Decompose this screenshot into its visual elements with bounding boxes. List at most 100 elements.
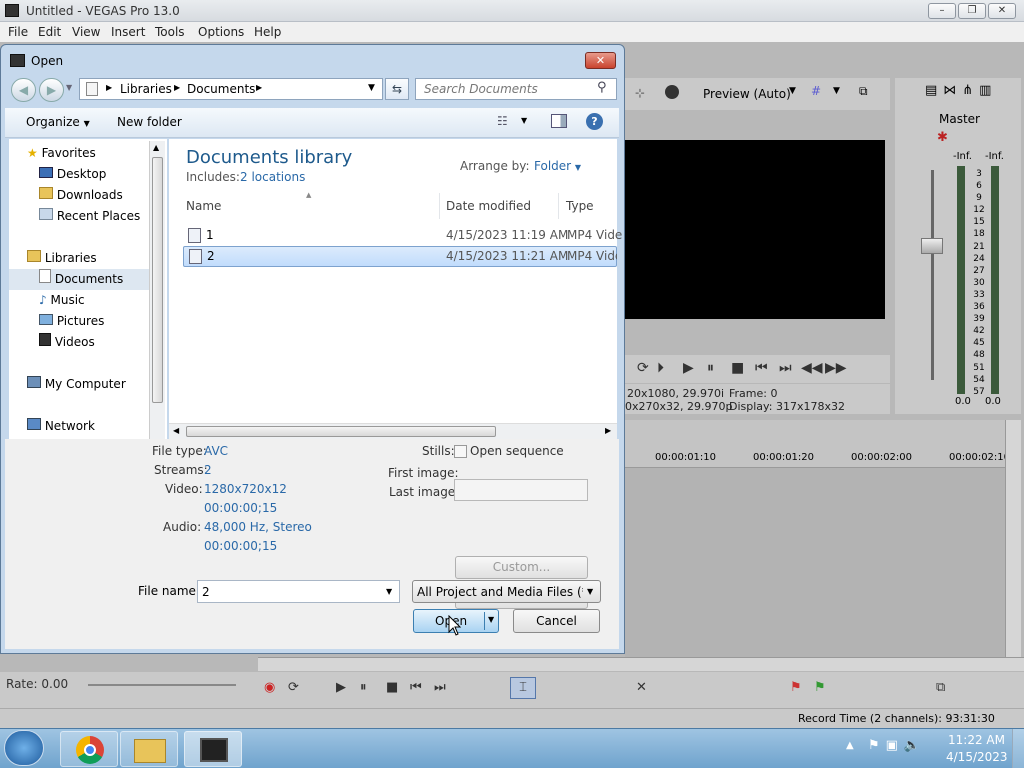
recent-locations-icon[interactable]: ▼	[66, 83, 72, 92]
previous-frame-icon[interactable]: ◀◀	[801, 360, 823, 376]
clock-date[interactable]: 4/15/2023	[946, 750, 1008, 764]
play-icon[interactable]: ▶	[336, 680, 346, 695]
fx-icon[interactable]: ✱	[937, 130, 948, 145]
scroll-thumb[interactable]	[152, 157, 163, 403]
go-to-start-icon[interactable]: ⏮	[410, 680, 422, 695]
chrome-taskbar-button[interactable]	[60, 731, 118, 767]
new-folder-button[interactable]: New folder	[117, 115, 182, 129]
nav-network[interactable]: Network	[27, 416, 167, 437]
menu-help[interactable]: Help	[254, 25, 281, 39]
chevron-down-icon[interactable]: ▼	[386, 587, 392, 596]
filename-input[interactable]: 2 ▼	[197, 580, 400, 603]
breadcrumb-libraries[interactable]: Libraries	[120, 82, 172, 96]
status-bar: Record Time (2 channels): 93:31:30	[0, 708, 1024, 728]
address-dropdown-icon[interactable]: ▼	[368, 83, 375, 93]
organize-button[interactable]: Organize ▼	[26, 115, 90, 129]
menu-options[interactable]: Options	[198, 25, 244, 39]
go-to-end-icon[interactable]: ⏭	[779, 360, 792, 376]
address-bar[interactable]: ▶ Libraries ▶ Documents ▶ ▼	[79, 78, 383, 100]
preview-mode[interactable]: Preview (Auto)	[703, 87, 791, 101]
rate-slider[interactable]	[88, 684, 236, 686]
scroll-right-icon[interactable]: ▶	[605, 426, 611, 435]
play-icon[interactable]: ▶	[683, 360, 694, 376]
custom-button[interactable]: Custom...	[455, 556, 588, 579]
menu-view[interactable]: View	[72, 25, 100, 39]
open-sequence-checkbox[interactable]	[454, 445, 467, 458]
grid-icon[interactable]: #	[811, 84, 821, 98]
menu-tools[interactable]: Tools	[155, 25, 185, 39]
nav-my-computer[interactable]: My Computer	[27, 374, 167, 395]
scroll-up-icon[interactable]: ▲	[153, 143, 159, 152]
navigation-scrollbar[interactable]: ▲	[149, 141, 165, 441]
go-to-start-icon[interactable]: ⏮	[755, 360, 768, 376]
loop-icon[interactable]: ⟳	[637, 360, 649, 376]
open-options-icon[interactable]: ▼	[488, 615, 494, 624]
clock-time[interactable]: 11:22 AM	[948, 733, 1005, 747]
split-screen-icon[interactable]: ⊹	[635, 86, 645, 100]
dialog-close-button[interactable]: ✕	[585, 52, 616, 69]
show-hidden-icons[interactable]: ▲	[846, 740, 854, 751]
timeline-vscroll[interactable]	[1005, 420, 1021, 657]
back-button[interactable]: ◀	[11, 78, 36, 102]
file-row[interactable]: 1 4/15/2023 11:19 AM MP4 Vide	[183, 225, 622, 246]
explorer-taskbar-button[interactable]	[120, 731, 178, 767]
snapping-icon[interactable]: ⧉	[936, 680, 945, 695]
region-icon[interactable]: ⚑	[814, 680, 826, 695]
play-from-start-icon[interactable]: ⏵	[657, 360, 664, 376]
chevron-down-icon[interactable]: ▼	[789, 86, 796, 96]
preview-pane-icon[interactable]	[551, 114, 567, 128]
cancel-button[interactable]: Cancel	[513, 609, 600, 633]
nav-favorites[interactable]: ★ Favorites	[27, 143, 167, 164]
start-button[interactable]	[4, 730, 44, 766]
delete-icon[interactable]: ✕	[636, 680, 647, 695]
stop-icon[interactable]: ■	[731, 360, 744, 376]
forward-button[interactable]: ▶	[39, 78, 64, 102]
chevron-down-icon[interactable]: ▼	[833, 86, 840, 96]
breadcrumb-documents[interactable]: Documents	[187, 82, 255, 96]
loop-icon[interactable]: ⟳	[288, 680, 299, 695]
column-header-type[interactable]: Type	[561, 193, 617, 219]
nav-documents[interactable]: Documents	[9, 269, 149, 290]
pause-icon[interactable]: ⏸	[360, 680, 367, 695]
show-desktop-button[interactable]	[1012, 729, 1024, 768]
menu-file[interactable]: File	[8, 25, 28, 39]
next-frame-icon[interactable]: ▶▶	[825, 360, 847, 376]
views-dropdown-icon[interactable]: ▼	[521, 116, 527, 125]
timeline-tracks[interactable]	[625, 468, 1005, 658]
last-image-field[interactable]	[454, 479, 588, 501]
mixer-tool-icons[interactable]: ▤⋈⋔▥	[925, 83, 997, 98]
preview-project-info: 20x1080, 29.970i	[627, 387, 725, 400]
includes-locations-link[interactable]: 2 locations	[240, 170, 305, 184]
pause-icon[interactable]: ⏸	[707, 360, 714, 376]
vegas-taskbar-button[interactable]	[184, 731, 242, 767]
scroll-thumb[interactable]	[186, 426, 496, 437]
scroll-left-icon[interactable]: ◀	[173, 426, 179, 435]
column-header-date[interactable]: Date modified	[441, 193, 559, 219]
minimize-button[interactable]: –	[928, 3, 956, 19]
file-type-filter[interactable]: All Project and Media Files (*.ve ▼	[412, 580, 601, 603]
help-icon[interactable]: ?	[586, 113, 603, 130]
refresh-button[interactable]: ⇆	[385, 78, 409, 100]
go-to-end-icon[interactable]: ⏭	[434, 680, 446, 695]
search-input[interactable]: Search Documents	[415, 78, 617, 100]
close-window-button[interactable]: ✕	[988, 3, 1016, 19]
preview-record-icon[interactable]	[665, 85, 679, 99]
edit-tool-icon[interactable]: ⌶	[510, 677, 536, 699]
file-list-hscroll[interactable]: ◀ ▶	[169, 423, 617, 439]
tray-icons[interactable]: ⚑▣🔈	[868, 738, 926, 753]
menu-edit[interactable]: Edit	[38, 25, 61, 39]
record-icon[interactable]: ◉	[264, 680, 275, 695]
maximize-button[interactable]: ❐	[958, 3, 986, 19]
views-icon[interactable]: ☷	[497, 114, 508, 128]
volume-fader[interactable]	[921, 238, 943, 254]
menu-insert[interactable]: Insert	[111, 25, 145, 39]
timeline-hscroll[interactable]	[258, 657, 1024, 671]
nav-libraries[interactable]: Libraries	[27, 248, 167, 269]
arrange-by-dropdown[interactable]: Folder ▼	[534, 159, 581, 173]
copy-snapshot-icon[interactable]: ⧉	[859, 84, 868, 99]
file-row-selected[interactable]: 2 4/15/2023 11:21 AM MP4 Vide	[183, 246, 617, 267]
timeline-ruler[interactable]: 00:00:01:10 00:00:01:20 00:00:02:00 00:0…	[625, 420, 1020, 468]
stop-icon[interactable]: ■	[386, 680, 398, 695]
marker-icon[interactable]: ⚑	[790, 680, 802, 695]
search-icon[interactable]: ⚲	[597, 80, 607, 95]
